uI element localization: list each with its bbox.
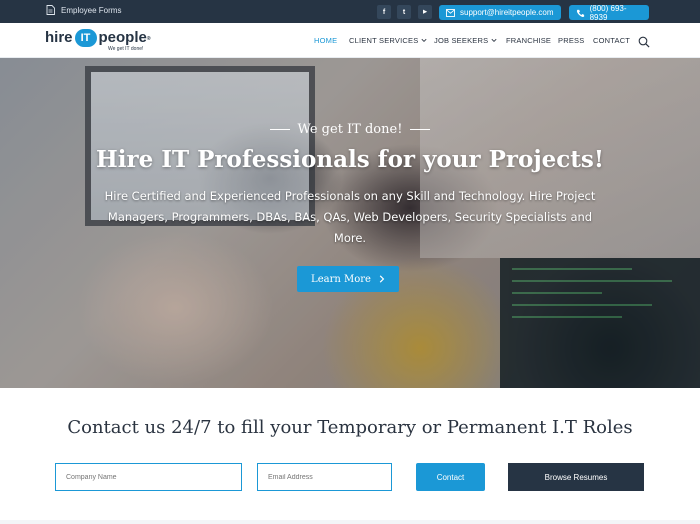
phone-button[interactable]: (800) 693-8939 (569, 3, 649, 22)
phone-icon (576, 9, 585, 17)
browse-resumes-button[interactable]: Browse Resumes (508, 463, 644, 491)
nav-franchise[interactable]: FRANCHISE (506, 36, 551, 45)
top-bar: Employee Forms f t ▶ support@hireitpeopl… (0, 0, 700, 23)
hero-title: Hire IT Professionals for your Projects! (96, 146, 604, 173)
nav-client-services[interactable]: CLIENT SERVICES (349, 36, 427, 45)
tagline-rule-right (410, 129, 431, 130)
facebook-icon[interactable]: f (377, 5, 391, 19)
section-divider (0, 520, 700, 524)
company-name-input[interactable] (55, 463, 242, 491)
contact-button[interactable]: Contact (416, 463, 485, 491)
youtube-icon[interactable]: ▶ (418, 5, 432, 19)
logo-word-hire: hire (45, 29, 73, 46)
email-button[interactable]: support@hireitpeople.com (439, 5, 561, 20)
employee-forms-label: Employee Forms (61, 5, 122, 15)
nav-contact[interactable]: CONTACT (593, 36, 630, 45)
main-navbar: hire IT people® We get IT done! HOME CLI… (0, 23, 700, 58)
document-icon (46, 5, 55, 15)
search-icon[interactable] (638, 36, 650, 48)
logo-trademark: ® (146, 36, 151, 42)
contact-heading: Contact us 24/7 to fill your Temporary o… (67, 417, 633, 438)
phone-label: (800) 693-8939 (589, 3, 627, 22)
learn-more-button[interactable]: Learn More (297, 266, 399, 292)
logo-it-badge: IT (74, 29, 97, 47)
chevron-down-icon (491, 38, 497, 43)
nav-press[interactable]: PRESS (558, 36, 584, 45)
twitter-icon[interactable]: t (397, 5, 411, 19)
hero-banner: We get IT done! Hire IT Professionals fo… (0, 58, 700, 388)
hero-subtitle: Hire Certified and Experienced Professio… (104, 189, 596, 245)
hero-tagline: We get IT done! (0, 122, 700, 137)
email-label: support@hireitpeople.com (460, 8, 554, 17)
logo[interactable]: hire IT people® We get IT done! (45, 29, 151, 53)
tagline-rule-left (269, 129, 290, 130)
envelope-icon (446, 8, 455, 17)
email-address-input[interactable] (257, 463, 392, 491)
employee-forms-link[interactable]: Employee Forms (46, 5, 121, 15)
chevron-right-icon (379, 275, 385, 283)
nav-home[interactable]: HOME (314, 36, 337, 45)
logo-tagline: We get IT done! (108, 46, 144, 52)
nav-job-seekers[interactable]: JOB SEEKERS (434, 36, 497, 45)
chevron-down-icon (421, 38, 427, 43)
